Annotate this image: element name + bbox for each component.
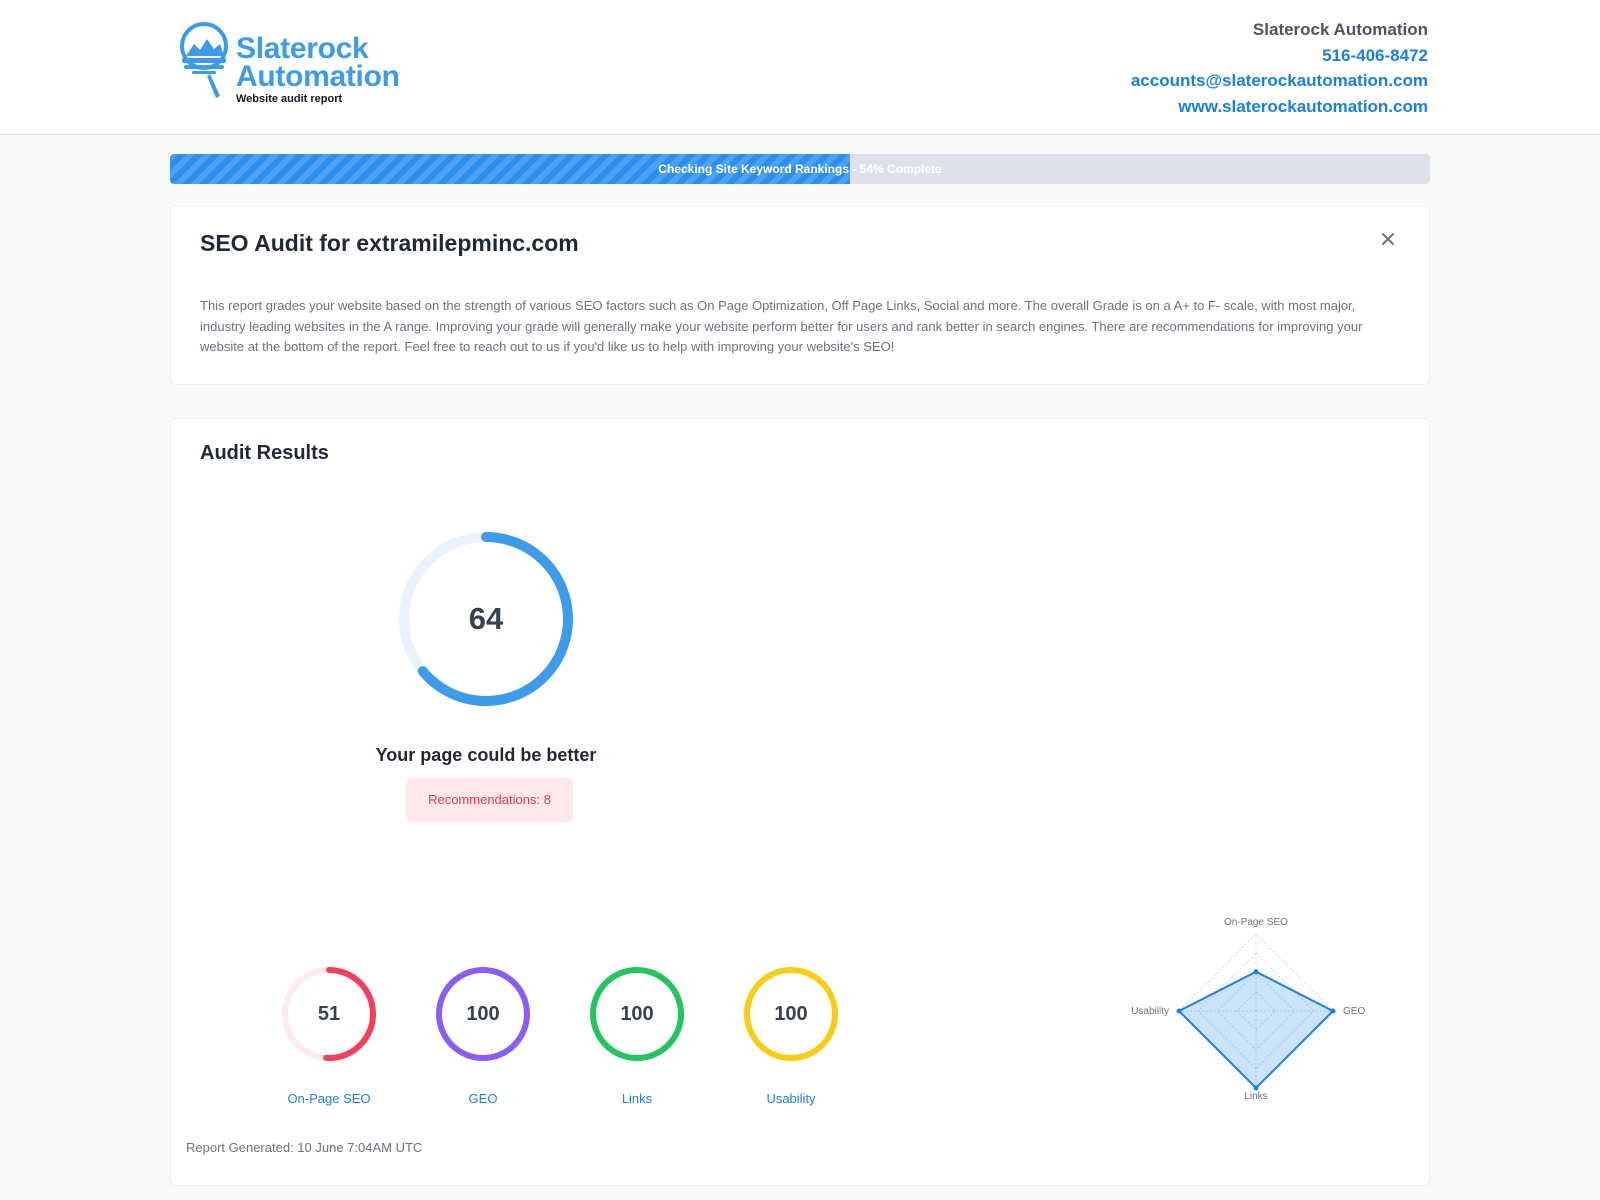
- contact-website-link[interactable]: www.slaterockautomation.com: [1131, 94, 1428, 120]
- magnifier-logo-icon: [180, 22, 228, 98]
- radar-axis-label: Links: [1244, 1091, 1267, 1102]
- score-gauge-usability: 100: [741, 964, 841, 1064]
- brand-tagline: Website audit report: [236, 93, 343, 105]
- audit-results-card: Audit Results 64 Your page could be bett…: [170, 418, 1430, 1186]
- radar-point-on-page-seo: [1253, 969, 1259, 975]
- audit-progress-bar: Checking Site Keyword Rankings - 54% Com…: [170, 154, 1430, 184]
- category-radar-chart: On-Page SEO GEO Links Usability: [1131, 917, 1365, 1102]
- intro-card: SEO Audit for extramilepminc.com This re…: [170, 205, 1430, 385]
- contact-company: Slaterock Automation: [1252, 20, 1428, 39]
- close-icon: [1382, 233, 1394, 245]
- score-gauge-geo: 100: [433, 964, 533, 1064]
- score-label-links[interactable]: Links: [567, 1091, 707, 1106]
- score-gauge-on-page-seo: 51: [279, 964, 379, 1064]
- radar-axis-label: Usability: [1131, 1006, 1169, 1017]
- contact-email-link[interactable]: accounts@slaterockautomation.com: [1131, 68, 1428, 94]
- radar-point-geo: [1330, 1008, 1336, 1014]
- score-label-geo[interactable]: GEO: [413, 1091, 553, 1106]
- score-value-geo: 100: [466, 1003, 500, 1025]
- score-label-usability[interactable]: Usability: [721, 1091, 861, 1106]
- report-header: Slaterock Automation Website audit repor…: [0, 0, 1600, 135]
- brand-name-line1: Slaterock: [236, 32, 369, 65]
- score-verdict: Your page could be better: [375, 745, 597, 765]
- overall-score-gauge: 64: [396, 529, 576, 709]
- score-gauge-links: 100: [587, 964, 687, 1064]
- score-label-on-page-seo[interactable]: On-Page SEO: [259, 1091, 399, 1106]
- overall-score-value: 64: [468, 601, 504, 636]
- radar-axis-label: On-Page SEO: [1224, 917, 1288, 928]
- brand-name-line2: Automation: [236, 60, 400, 93]
- radar-point-links: [1253, 1085, 1259, 1091]
- radar-score-area: [1177, 970, 1335, 1090]
- progress-label: Checking Site Keyword Rankings - 54% Com…: [658, 162, 942, 176]
- score-value-usability: 100: [774, 1003, 808, 1025]
- contact-info: Slaterock Automation 516-406-8472 accoun…: [1131, 17, 1428, 119]
- intro-description: This report grades your website based on…: [200, 298, 1363, 354]
- brand-logo[interactable]: Slaterock Automation Website audit repor…: [180, 22, 430, 107]
- radar-point-usability: [1176, 1008, 1182, 1014]
- close-button[interactable]: [1377, 228, 1399, 250]
- audit-results-title: Audit Results: [200, 442, 329, 464]
- page-title: SEO Audit for extramilepminc.com: [200, 230, 579, 256]
- report-generated-timestamp: Report Generated: 10 June 7:04AM UTC: [186, 1140, 423, 1155]
- recommendations-badge[interactable]: Recommendations: 8: [406, 778, 573, 822]
- score-value-on-page-seo: 51: [317, 1003, 341, 1025]
- score-value-links: 100: [620, 1003, 654, 1025]
- contact-phone-link[interactable]: 516-406-8472: [1131, 43, 1428, 69]
- radar-axis-label: GEO: [1343, 1006, 1365, 1017]
